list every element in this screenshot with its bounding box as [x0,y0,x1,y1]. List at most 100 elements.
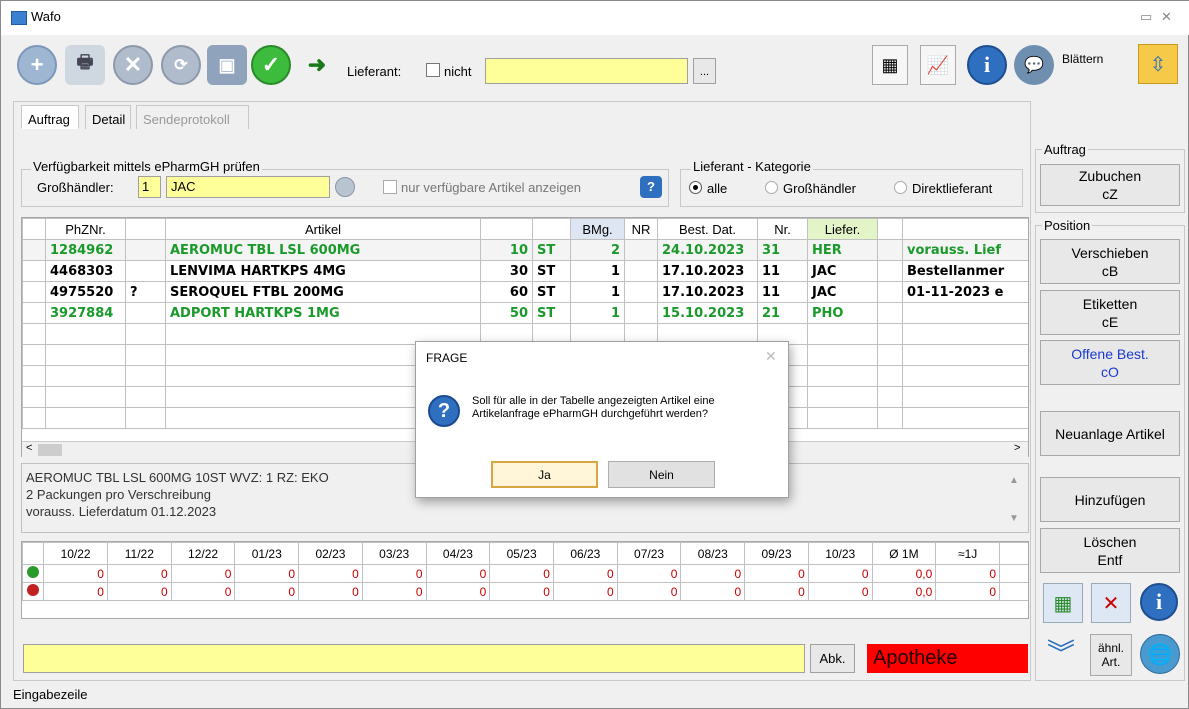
table-row[interactable]: 4975520? SEROQUEL FTBL 200MG 60 ST 1 17.10.20… [22,281,1028,303]
cell-phznr[interactable]: 4975520 [45,281,126,303]
cell-empty[interactable] [45,407,126,429]
cell-artikel[interactable]: ADPORT HARTKPS 1MG [165,302,481,324]
add-row-icon[interactable]: ▦ [1043,583,1083,623]
cell-info[interactable]: 01-11-2023 e [902,281,1028,303]
tab-sendeprotokoll[interactable]: Sendeprotokoll [136,105,249,129]
table-row[interactable]: 3927884 ADPORT HARTKPS 1MG 50 ST 1 15.10.2023… [22,302,1028,324]
grid-globe-icon[interactable]: ▦ [872,45,908,85]
cell-empty[interactable] [807,365,878,387]
cell-nr[interactable] [624,281,658,303]
refresh-small-icon[interactable] [335,177,355,197]
cell-empty[interactable] [125,365,166,387]
cell-empty[interactable] [902,344,1028,366]
minimize-icon[interactable]: ▭ [1140,9,1152,25]
cell-empty[interactable] [807,344,878,366]
cell-empty[interactable] [877,239,903,261]
grosshaendler-num-input[interactable]: 1 [138,176,161,198]
cell-einheit[interactable]: ST [532,281,571,303]
cell-empty[interactable] [22,344,46,366]
cell-phznr[interactable]: 4468303 [45,260,126,282]
cell-empty[interactable] [902,365,1028,387]
cell-einheit[interactable]: ST [532,302,571,324]
cell-bmg[interactable]: 2 [570,239,625,261]
cancel-icon[interactable]: ✕ [113,45,153,85]
cell-liefer[interactable]: HER [807,239,878,261]
help-icon[interactable]: ? [640,176,662,198]
cell-empty[interactable] [877,302,903,324]
close-icon[interactable]: ✕ [1161,9,1172,25]
cell-empty[interactable] [877,386,903,408]
cell-flag[interactable]: ? [125,281,166,303]
info-small-icon[interactable]: i [1140,583,1178,621]
cell-phznr[interactable]: 3927884 [45,302,126,324]
etiketten-button[interactable]: Etiketten cE [1040,290,1180,335]
cell-nr2[interactable]: 11 [757,260,808,282]
column-header[interactable] [125,218,166,240]
cell-empty[interactable] [22,281,46,303]
cell-empty[interactable] [877,323,903,345]
cell-flag[interactable] [125,239,166,261]
cell-nr[interactable] [624,302,658,324]
cell-empty[interactable] [125,386,166,408]
tab-detail[interactable]: Detail [85,105,131,129]
column-header-artikel[interactable]: Artikel [165,218,481,240]
cell-best-dat[interactable]: 17.10.2023 [657,260,758,282]
cell-nr[interactable] [624,260,658,282]
cell-empty[interactable] [125,344,166,366]
cell-artikel[interactable]: LENVIMA HARTKPS 4MG [165,260,481,282]
info-scroll-up-icon[interactable]: ▲ [1009,475,1019,486]
chevron-down-icon[interactable]: ︾ [1043,634,1079,674]
add-icon[interactable]: + [17,45,57,85]
cell-empty[interactable] [22,386,46,408]
cell-info[interactable] [902,302,1028,324]
save-icon[interactable]: ▣ [207,45,247,85]
cell-empty[interactable] [22,407,46,429]
refresh-icon[interactable]: ⟳ [161,45,201,85]
nur-verfuegbar-checkbox[interactable] [383,180,397,194]
radio-direktlieferant[interactable] [894,181,907,194]
tab-auftrag[interactable]: Auftrag [21,105,79,129]
cell-empty[interactable] [877,365,903,387]
cell-info[interactable]: Bestellanmer [902,260,1028,282]
cell-empty[interactable] [22,365,46,387]
cell-empty[interactable] [22,323,46,345]
radio-alle[interactable] [689,181,702,194]
chat-info-icon[interactable]: 💬 [1014,45,1054,85]
cell-menge[interactable]: 50 [480,302,533,324]
cell-empty[interactable] [125,323,166,345]
cell-nr2[interactable]: 21 [757,302,808,324]
cell-empty[interactable] [877,260,903,282]
cell-empty[interactable] [22,239,46,261]
neuanlage-artikel-button[interactable]: Neuanlage Artikel [1040,411,1180,456]
cell-liefer[interactable]: JAC [807,281,878,303]
cell-nr[interactable] [624,239,658,261]
checkmark-icon[interactable]: ✓ [251,45,291,85]
ja-button[interactable]: Ja [491,461,598,488]
column-header-bmg[interactable]: BMg. [570,218,625,240]
zubuchen-button[interactable]: Zubuchen cZ [1040,164,1180,206]
cell-best-dat[interactable]: 17.10.2023 [657,281,758,303]
cell-empty[interactable] [22,260,46,282]
nein-button[interactable]: Nein [608,461,715,488]
exit-door-icon[interactable]: ➜ [297,45,337,85]
column-header[interactable] [532,218,571,240]
cell-empty[interactable] [807,407,878,429]
cell-best-dat[interactable]: 24.10.2023 [657,239,758,261]
cell-empty[interactable] [45,323,126,345]
cell-empty[interactable] [902,386,1028,408]
column-header-phznr[interactable]: PhZNr. [45,218,126,240]
cell-empty[interactable] [902,323,1028,345]
offene-best-button[interactable]: Offene Best. cO [1040,340,1180,385]
blaettern-arrows-icon[interactable]: ⇳ [1138,44,1178,84]
aehnl-art-button[interactable]: ähnl. Art. [1090,634,1132,676]
dialog-close-icon[interactable]: ✕ [765,348,777,365]
column-header-nr2[interactable]: Nr. [757,218,808,240]
info-scroll-down-icon[interactable]: ▼ [1009,513,1019,524]
cell-menge[interactable]: 30 [480,260,533,282]
cell-flag[interactable] [125,302,166,324]
cell-empty[interactable] [45,386,126,408]
cell-empty[interactable] [125,407,166,429]
cell-best-dat[interactable]: 15.10.2023 [657,302,758,324]
lieferant-input[interactable] [485,58,688,84]
loeschen-button[interactable]: Löschen Entf [1040,528,1180,573]
